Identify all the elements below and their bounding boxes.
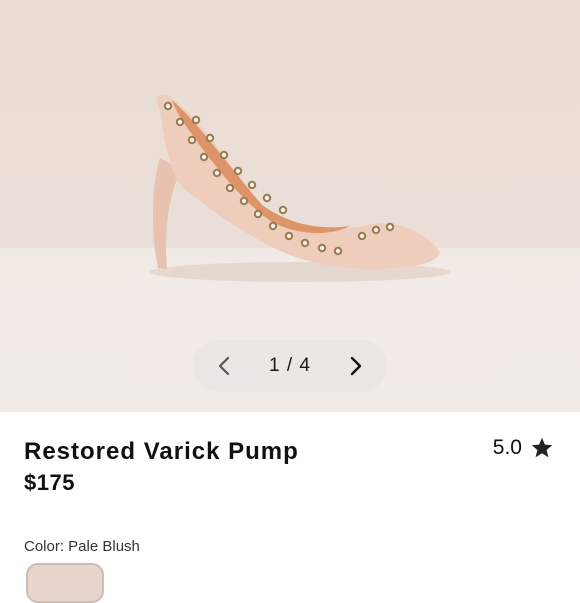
rating-value: 5.0 [492, 436, 522, 459]
gallery-prev-button[interactable] [211, 353, 237, 379]
gallery-next-button[interactable] [343, 353, 369, 379]
product-image[interactable]: 1 / 4 [0, 0, 580, 412]
product-title: Restored Varick Pump [24, 438, 299, 465]
product-rating[interactable]: 5.0 [493, 436, 554, 460]
chevron-left-icon [218, 356, 230, 376]
color-swatch-pale-blush[interactable] [26, 563, 104, 603]
star-icon [531, 437, 553, 458]
gallery-counter: 1 / 4 [269, 355, 311, 376]
chevron-right-icon [350, 356, 362, 376]
gallery-pager: 1 / 4 [193, 340, 387, 392]
product-price: $175 [24, 470, 75, 495]
color-label: Color: Pale Blush [24, 538, 140, 555]
